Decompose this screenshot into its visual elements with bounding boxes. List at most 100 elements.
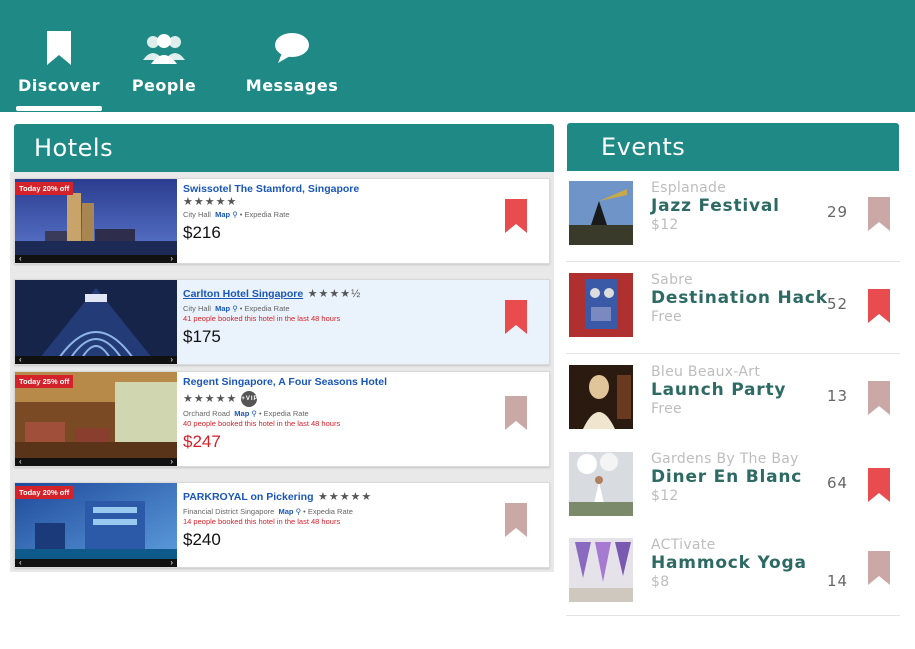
carousel-prev-icon[interactable]: ‹ [19, 255, 22, 263]
hotel-card[interactable]: ‹ › Today 20% off PARKROYAL on Pickering … [14, 482, 550, 568]
map-pin-icon: ⚲ [251, 409, 257, 418]
event-attendee-count: 52 [827, 295, 849, 313]
bookmark-button[interactable] [868, 468, 890, 507]
bookmark-button[interactable] [505, 300, 527, 339]
tab-messages-label: Messages [245, 76, 339, 95]
tab-people[interactable]: People [130, 0, 198, 112]
booking-activity-text: 40 people booked this hotel in the last … [183, 419, 341, 428]
event-photo [569, 452, 633, 516]
booking-activity-text: 41 people booked this hotel in the last … [183, 314, 341, 323]
carousel-prev-icon[interactable]: ‹ [19, 559, 22, 567]
bookmark-button[interactable] [868, 551, 890, 590]
bookmark-button[interactable] [868, 381, 890, 420]
event-title[interactable]: Diner En Blanc [651, 467, 802, 487]
map-link[interactable]: Map [215, 210, 230, 219]
bookmark-icon [47, 30, 71, 66]
hotel-area: Financial District Singapore [183, 507, 275, 516]
hotel-price: $240 [183, 530, 221, 549]
event-photo [569, 538, 633, 602]
event-venue: Sabre [651, 272, 693, 288]
tab-discover[interactable]: Discover [18, 0, 100, 112]
hotels-title: Hotels [34, 134, 114, 162]
event-title[interactable]: Hammock Yoga [651, 553, 807, 573]
booking-activity-text: 14 people booked this hotel in the last … [183, 517, 341, 526]
event-venue: Bleu Beaux-Art [651, 364, 761, 380]
carousel-next-icon[interactable]: › [170, 559, 173, 567]
event-row[interactable]: Sabre Destination Hack Free 52 [566, 264, 900, 354]
carousel-next-icon[interactable]: › [170, 458, 173, 466]
event-attendee-count: 64 [827, 474, 849, 492]
event-attendee-count: 29 [827, 203, 849, 221]
event-row[interactable]: Bleu Beaux-Art Launch Party Free 13 [566, 356, 900, 446]
event-row[interactable]: Gardens By The Bay Diner En Blanc $12 64 [566, 443, 900, 533]
event-row[interactable]: ACTivate Hammock Yoga $8 14 [566, 529, 900, 616]
bookmark-button[interactable] [868, 197, 890, 236]
bookmark-button[interactable] [868, 289, 890, 328]
event-row[interactable]: Esplanade Jazz Festival $12 29 [566, 172, 900, 262]
tab-discover-label: Discover [18, 76, 100, 95]
tab-people-label: People [131, 76, 197, 95]
hotel-name-link[interactable]: Regent Singapore, A Four Seasons Hotel [183, 376, 503, 388]
hotel-name-link[interactable]: Swissotel The Stamford, Singapore [183, 183, 503, 195]
event-title[interactable]: Destination Hack [651, 288, 828, 308]
event-photo [569, 273, 633, 337]
carousel-next-icon[interactable]: › [170, 356, 173, 364]
carousel-next-icon[interactable]: › [170, 255, 173, 263]
tab-messages[interactable]: Messages [245, 0, 339, 112]
vip-badge: +VIP [241, 391, 258, 407]
chat-bubble-icon [274, 30, 310, 66]
map-pin-icon: ⚲ [232, 304, 238, 313]
event-photo [569, 365, 633, 429]
event-cost: $12 [651, 488, 679, 504]
hotel-photo[interactable]: ‹ › [15, 280, 177, 364]
active-tab-indicator [16, 106, 102, 111]
event-cost: $8 [651, 574, 670, 590]
map-pin-icon: ⚲ [232, 210, 238, 219]
hotel-name-link[interactable]: Carlton Hotel Singapore [183, 288, 303, 300]
map-pin-icon: ⚲ [295, 507, 302, 516]
expedia-rate-label: • Expedia Rate [303, 507, 353, 516]
discount-badge: Today 25% off [15, 375, 74, 388]
event-venue: Gardens By The Bay [651, 451, 799, 467]
hotel-name-link[interactable]: PARKROYAL on Pickering [183, 491, 314, 503]
hotel-star-rating: ★★★★★ [183, 196, 238, 208]
events-list: Esplanade Jazz Festival $12 29 Sabre Des… [566, 172, 900, 617]
bookmark-button[interactable] [505, 503, 527, 542]
top-navigation-bar: Discover People Messages [0, 0, 915, 112]
hotels-list: ‹ › Today 20% off Swissotel The Stamford,… [10, 172, 554, 572]
event-cost: Free [651, 309, 682, 325]
events-title: Events [601, 133, 686, 161]
hotel-star-rating: ★★★★★ [183, 392, 238, 405]
event-cost: Free [651, 401, 682, 417]
hotel-area: City Hall [183, 304, 211, 313]
event-title[interactable]: Jazz Festival [651, 196, 780, 216]
event-venue: ACTivate [651, 537, 716, 553]
bookmark-button[interactable] [505, 199, 527, 238]
hotel-star-rating: ★★★★★ [317, 491, 373, 503]
hotel-card[interactable]: ‹ › Today 25% off Regent Singapore, A Fou… [14, 371, 550, 467]
hotel-card[interactable]: ‹ › Today 20% off Swissotel The Stamford,… [14, 178, 550, 264]
hotel-price: $247 [183, 432, 221, 451]
event-attendee-count: 14 [827, 572, 849, 590]
event-title[interactable]: Launch Party [651, 380, 786, 400]
hotel-card[interactable]: ‹ › Carlton Hotel Singapore ★★★★½ City Ha… [14, 279, 550, 365]
hotels-panel-header: Hotels [14, 124, 554, 172]
people-icon [143, 30, 185, 66]
events-panel-header: Events [567, 123, 899, 171]
hotel-area: Orchard Road [183, 409, 231, 418]
discount-badge: Today 20% off [15, 182, 74, 195]
map-link[interactable]: Map [278, 507, 293, 516]
map-link[interactable]: Map [215, 304, 230, 313]
discount-badge: Today 20% off [15, 486, 74, 499]
bookmark-button[interactable] [505, 396, 527, 435]
expedia-rate-label: • Expedia Rate [239, 210, 290, 219]
carousel-prev-icon[interactable]: ‹ [19, 356, 22, 364]
carousel-prev-icon[interactable]: ‹ [19, 458, 22, 466]
expedia-rate-label: • Expedia Rate [258, 409, 309, 418]
event-attendee-count: 13 [827, 387, 849, 405]
hotel-star-rating: ★★★★½ [307, 288, 362, 300]
event-cost: $12 [651, 217, 679, 233]
map-link[interactable]: Map [234, 409, 249, 418]
hotel-area: City Hall [183, 210, 211, 219]
hotel-price: $216 [183, 223, 221, 242]
